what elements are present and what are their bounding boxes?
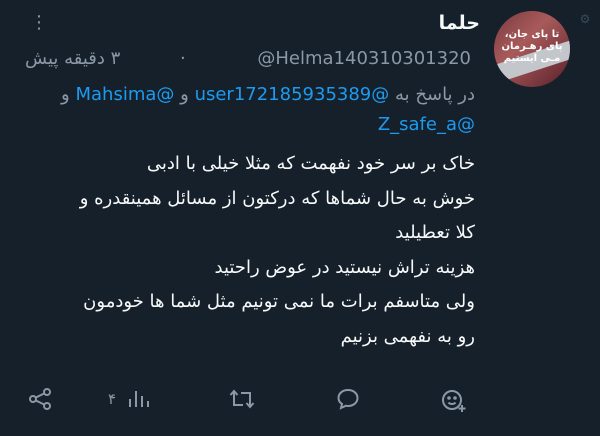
- reply-prefix: در پاسخ به: [394, 84, 475, 105]
- mention-link[interactable]: @Z_safe_a: [378, 114, 475, 135]
- action-bar: ۴: [0, 378, 600, 418]
- reply-button[interactable]: [336, 378, 362, 418]
- views-icon: [129, 391, 149, 407]
- tweet-meta: @Helma140310301320 · ۳ دقیقه پیش: [25, 48, 471, 74]
- tweet-line: هزینه تراش نیستید در عوض راحتید: [214, 256, 476, 278]
- tweet-line: خوش به حال شماها که درکتون از مسائل همین…: [79, 187, 475, 209]
- share-button[interactable]: [28, 378, 54, 418]
- retweet-button[interactable]: [229, 378, 257, 418]
- timestamp[interactable]: ۳ دقیقه پیش: [25, 48, 120, 69]
- tweet-text: خاک بر سر خود نفهمت که مثلا خیلی با ادبی…: [15, 147, 475, 355]
- share-icon: [29, 388, 51, 410]
- author-handle[interactable]: @Helma140310301320: [257, 48, 471, 69]
- reply-joiner: و: [180, 84, 189, 105]
- views-button[interactable]: ۴: [106, 378, 156, 418]
- more-icon[interactable]: ⋮: [30, 12, 50, 33]
- settings-icon: ⚙: [579, 12, 591, 26]
- emoji-react-icon: [442, 390, 466, 412]
- tweet-line: ولی متاسفم برات ما نمی تونیم مثل شما ها …: [83, 291, 475, 313]
- retweet-icon: [229, 389, 255, 409]
- separator-dot: ·: [180, 48, 186, 69]
- tweet-line: رو به نفهمی بزنیم: [340, 325, 475, 347]
- mention-link[interactable]: @user172185935389: [195, 84, 390, 105]
- tweet-line: خاک بر سر خود نفهمت که مثلا خیلی با ادبی: [146, 153, 475, 174]
- tweet-card[interactable]: تا پای جان، پای رهـرمان مـی ایستیم ⚙ حلم…: [0, 0, 600, 436]
- mention-link[interactable]: @Mahsima: [75, 84, 174, 105]
- reply-joiner: و: [61, 84, 70, 105]
- avatar[interactable]: تا پای جان، پای رهـرمان مـی ایستیم: [494, 11, 570, 87]
- avatar-caption: تا پای جان، پای رهـرمان مـی ایستیم: [501, 29, 563, 64]
- author-name[interactable]: حلما: [439, 12, 480, 34]
- react-button[interactable]: [440, 378, 470, 418]
- views-count: ۴: [108, 390, 117, 408]
- reply-context: در پاسخ به @user172185935389 و @Mahsima …: [15, 80, 475, 140]
- tweet-line: کلا تعطیلید: [395, 222, 475, 244]
- reply-icon: [337, 388, 359, 410]
